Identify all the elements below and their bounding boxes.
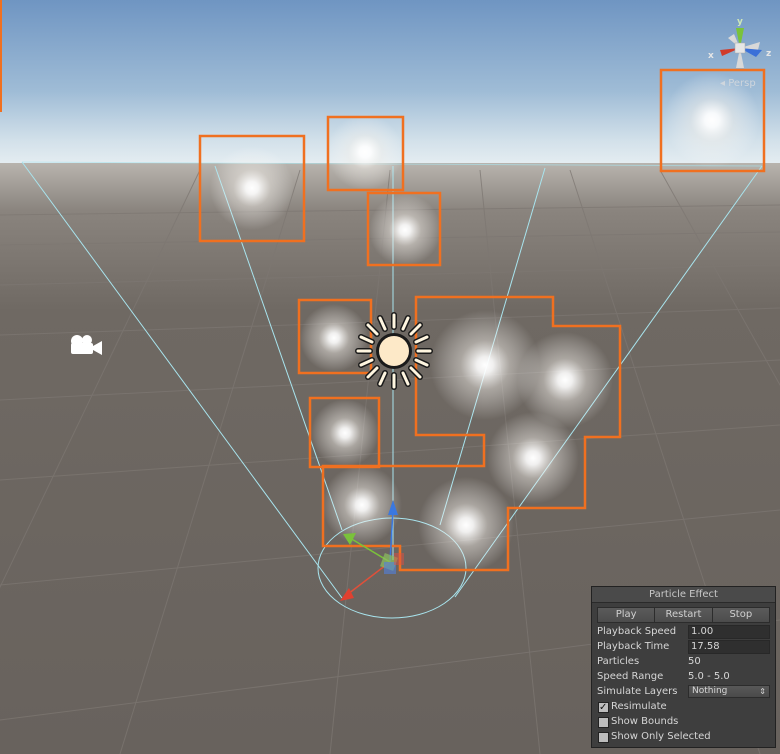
simulate-layers-row: Simulate Layers Nothing ⇕ [597,684,770,699]
simulate-layers-dropdown[interactable]: Nothing ⇕ [688,685,770,698]
play-button[interactable]: Play [597,607,656,623]
particles-label: Particles [597,656,640,667]
simulate-layers-label: Simulate Layers [597,686,678,697]
stop-button[interactable]: Stop [712,607,770,623]
simulate-layers-value: Nothing [692,686,728,696]
directional-light-icon[interactable] [355,312,433,390]
show-only-selected-row[interactable]: Show Only Selected [597,729,770,744]
particle-effect-panel: Particle Effect Play Restart Stop Playba… [591,586,776,748]
speed-range-label: Speed Range [597,671,664,682]
show-bounds-checkbox[interactable] [598,717,609,728]
show-bounds-label: Show Bounds [611,716,679,727]
panel-title: Particle Effect [592,587,775,603]
show-only-selected-label: Show Only Selected [611,731,711,742]
gizmo-z-label: z [766,49,771,59]
resimulate-label: Resimulate [611,701,667,712]
particles-count: 50 [688,656,701,667]
gizmo-x-label: x [708,51,714,61]
show-only-selected-checkbox[interactable] [598,732,609,743]
playback-speed-row: Playback Speed 1.00 [597,624,770,639]
playback-buttons: Play Restart Stop [597,607,770,623]
projection-toggle[interactable]: ◂ Persp [720,78,756,89]
dropdown-arrow-icon: ⇕ [759,687,766,696]
restart-button[interactable]: Restart [655,607,713,623]
speed-range-value: 5.0 - 5.0 [688,671,730,682]
playback-time-row: Playback Time 17.58 [597,639,770,654]
playback-time-field[interactable]: 17.58 [688,640,770,654]
particles-row: Particles 50 [597,654,770,669]
playback-time-label: Playback Time [597,641,670,652]
resimulate-row[interactable]: Resimulate [597,699,770,715]
speed-range-row: Speed Range 5.0 - 5.0 [597,669,770,684]
show-bounds-row[interactable]: Show Bounds [597,714,770,729]
projection-label: Persp [728,78,756,89]
playback-speed-field[interactable]: 1.00 [688,625,770,639]
resimulate-checkbox[interactable] [598,700,609,715]
gizmo-y-label: y [737,17,743,27]
playback-speed-label: Playback Speed [597,626,677,637]
